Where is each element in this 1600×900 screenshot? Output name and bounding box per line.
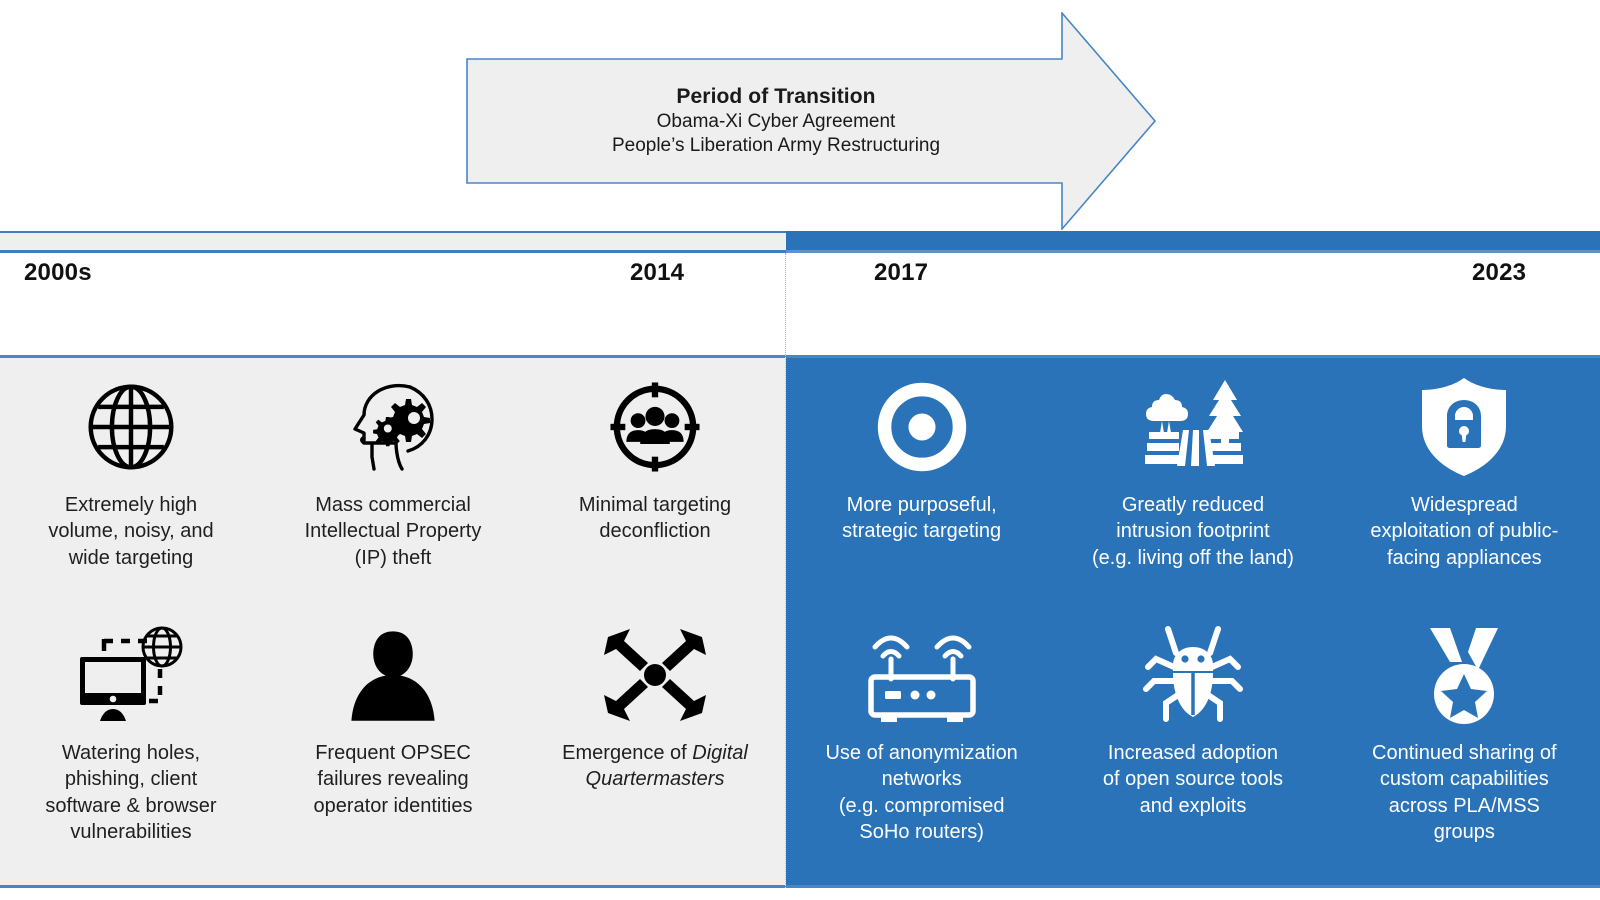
present-cell-anonymization: Use of anonymization networks (e.g. comp… [786,606,1057,891]
caption-line: groups [1433,821,1495,844]
caption-line: across PLA/MSS [1388,794,1540,817]
arrow-title: Period of Transition [676,85,876,108]
present-cell-targeting: More purposeful, strategic targeting [786,358,1057,606]
caption-line: Intellectual Property [304,520,482,543]
caption-line: failures revealing [317,768,469,791]
past-cell-opsec: Frequent OPSEC failures revealing operat… [262,606,524,891]
caption-line: strategic targeting [842,520,1002,543]
caption-plain: Emergence of [562,742,693,764]
past-cell-opsec-caption: Frequent OPSEC failures revealing operat… [277,740,509,819]
infographic-root: Period of Transition Obama-Xi Cyber Agre… [0,0,1600,900]
converging-arrows-icon [600,616,710,734]
person-silhouette-icon [341,616,445,734]
monitor-globe-icon [70,616,192,734]
past-cell-watering-holes-caption: Watering holes, phishing, client softwar… [15,740,247,846]
globe-grid-icon [78,368,184,486]
present-cell-open-source: Increased adoption of open source tools … [1057,606,1328,891]
caption-line: Minimal targeting [578,494,732,516]
present-cell-open-source-caption: Increased adoption of open source tools … [1077,740,1309,819]
present-cell-appliances: Widespread exploitation of public- facin… [1329,358,1600,606]
arrow-text-block: Period of Transition Obama-Xi Cyber Agre… [466,84,1086,157]
bug-icon [1138,616,1248,734]
present-cell-sharing-caption: Continued sharing of custom capabilities… [1348,740,1580,846]
caption-line: custom capabilities [1379,768,1549,791]
caption-line: of open source tools [1102,768,1284,791]
caption-line: Watering holes, [61,742,201,764]
period-of-transition-arrow: Period of Transition Obama-Xi Cyber Agre… [466,12,1156,230]
past-cell-globe-caption: Extremely high volume, noisy, and wide t… [15,492,247,571]
caption-line: operator identities [313,794,473,817]
timeline-year-2017: 2017 [874,259,929,286]
caption-line: exploitation of public- [1370,520,1559,543]
caption-line: networks [881,768,962,791]
caption-line: deconfliction [599,520,711,543]
crosshair-people-icon [602,368,708,486]
caption-line: vulnerabilities [70,821,192,844]
timeline-bar-present-segment [786,231,1600,253]
caption-line: Continued sharing of [1372,742,1557,764]
caption-line: (IP) theft [354,546,432,569]
present-cell-targeting-caption: More purposeful, strategic targeting [806,492,1038,545]
arrow-subtitle-2: People’s Liberation Army Restructuring [611,134,941,156]
caption-line: volume, noisy, and [48,520,214,543]
present-era-grid: More purposeful, strategic targeting Gre… [786,358,1600,885]
past-cell-quartermasters: Emergence of Digital Quartermasters [524,606,786,891]
timeline-year-2014: 2014 [630,259,685,286]
caption-line: and exploits [1139,794,1247,817]
era-divider-lower [785,355,786,888]
caption-line: Extremely high [64,494,198,516]
past-cell-ip-theft-caption: Mass commercial Intellectual Property (I… [277,492,509,571]
caption-line: Emergence of Digital [539,740,771,766]
arrow-subtitle-1: Obama-Xi Cyber Agreement [656,111,896,133]
caption-line: Frequent OPSEC [315,742,471,764]
present-cell-footprint: Greatly reduced intrusion footprint (e.g… [1057,358,1328,606]
content-panels: Extremely high volume, noisy, and wide t… [0,355,1600,888]
past-cell-globe: Extremely high volume, noisy, and wide t… [0,358,262,606]
past-cell-quartermasters-caption: Emergence of Digital Quartermasters [539,740,771,793]
medal-star-icon [1416,616,1512,734]
past-cell-watering-holes: Watering holes, phishing, client softwar… [0,606,262,891]
caption-line: software & browser [45,794,217,817]
caption-line: Greatly reduced [1121,494,1265,516]
present-era-panel: More purposeful, strategic targeting Gre… [786,355,1600,888]
caption-line: Widespread [1410,494,1518,516]
head-gears-icon [338,368,448,486]
wifi-router-icon [859,616,985,734]
timeline-bar-past-segment [0,231,786,253]
present-cell-appliances-caption: Widespread exploitation of public- facin… [1348,492,1580,571]
caption-line: Mass commercial [315,494,471,516]
caption-line: wide targeting [68,546,194,569]
caption-line: (e.g. living off the land) [1091,546,1294,569]
caption-line: facing appliances [1387,546,1542,569]
shield-lock-icon [1414,368,1514,486]
caption-line: Use of anonymization [825,742,1018,764]
timeline-year-2000s: 2000s [24,259,92,286]
caption-line: More purposeful, [846,494,997,516]
present-cell-anonymization-caption: Use of anonymization networks (e.g. comp… [806,740,1038,846]
past-cell-deconfliction-caption: Minimal targeting deconfliction [539,492,771,545]
caption-line: Increased adoption [1107,742,1279,764]
timeline-year-row: 2000s 2014 2017 2023 [0,253,1600,353]
caption-line: (e.g. compromised [838,794,1005,817]
caption-line: intrusion footprint [1116,520,1270,543]
timeline-bar [0,231,1600,253]
present-cell-sharing: Continued sharing of custom capabilities… [1329,606,1600,891]
past-cell-ip-theft: Mass commercial Intellectual Property (I… [262,358,524,606]
farm-field-icon [1135,368,1251,486]
caption-line: phishing, client [64,768,198,791]
caption-italic-end: Quartermasters [585,768,725,791]
era-divider-upper [785,253,786,355]
caption-italic-start: Digital [692,742,748,764]
caption-line: SoHo routers) [859,821,984,844]
present-cell-footprint-caption: Greatly reduced intrusion footprint (e.g… [1077,492,1309,571]
past-cell-deconfliction: Minimal targeting deconfliction [524,358,786,606]
target-ring-icon [870,368,974,486]
timeline-year-2023: 2023 [1472,259,1527,286]
past-era-panel: Extremely high volume, noisy, and wide t… [0,355,786,888]
past-era-grid: Extremely high volume, noisy, and wide t… [0,358,786,885]
caption-line: Quartermasters [539,766,771,792]
